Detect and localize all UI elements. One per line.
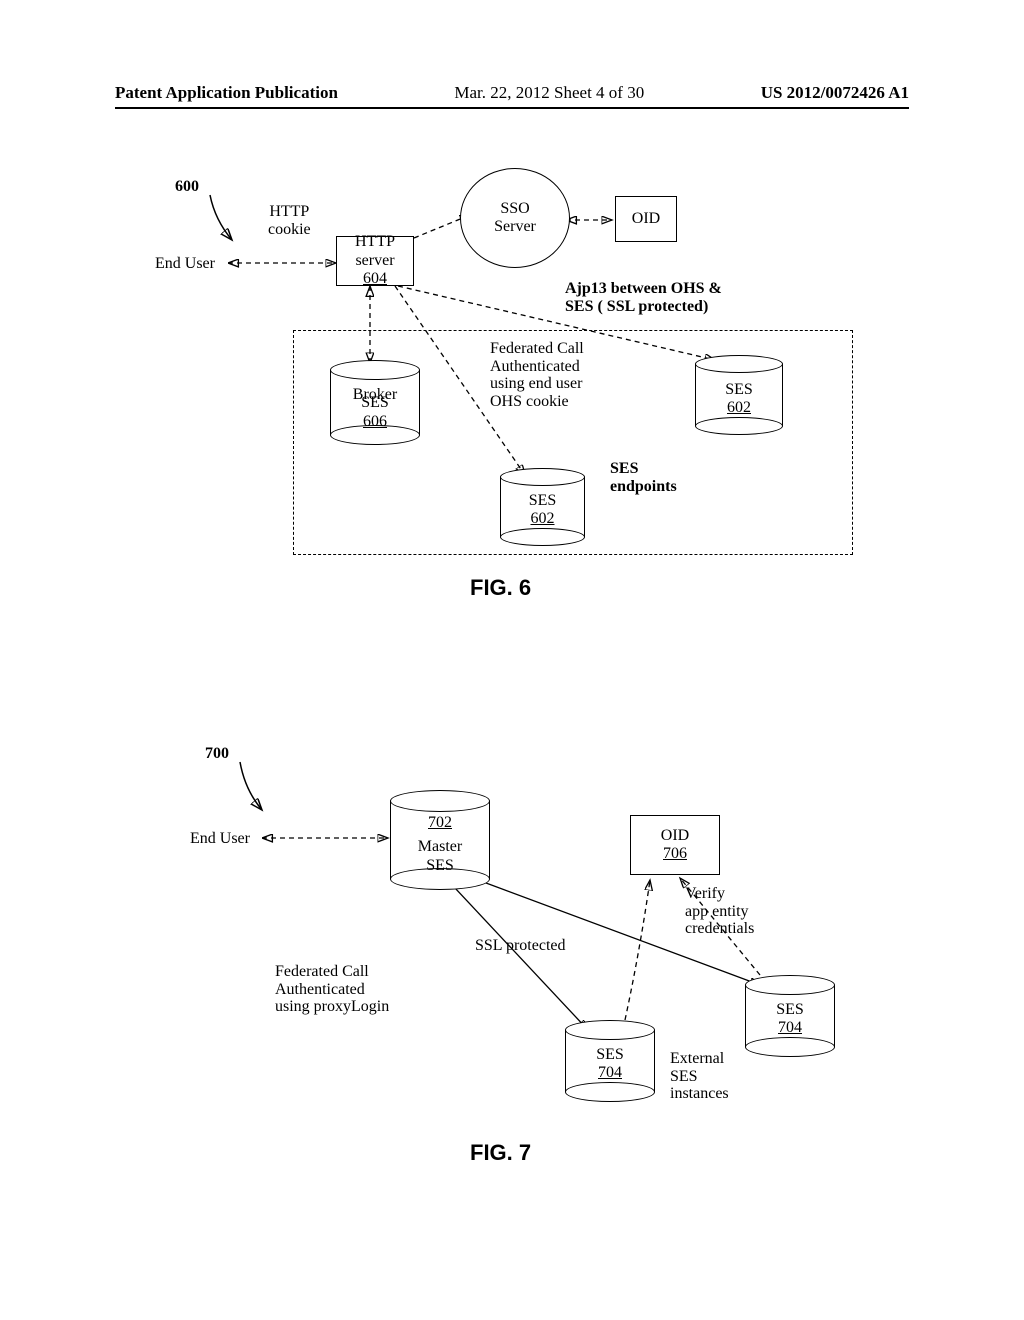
fig6-http-cookie: HTTP cookie [268, 203, 311, 238]
fig7-master-cyl: 702 Master SES [390, 790, 490, 890]
fig6-endpoints-label: SES endpoints [610, 460, 677, 495]
fig6-ses-right: SES 602 [695, 355, 783, 435]
fig7-oid-label: OID [661, 827, 689, 845]
fig6-num: 600 [175, 178, 199, 196]
fig6-http-server-ref: 604 [363, 270, 387, 288]
fig6-ajp: Ajp13 between OHS & SES ( SSL protected) [565, 280, 722, 315]
fig6-ses-right-ref: 602 [695, 399, 783, 417]
header-right: US 2012/0072426 A1 [761, 83, 909, 103]
fig6-sso-server: SSO Server [460, 168, 570, 268]
fig7-verify: Verify app entity credentials [685, 885, 754, 938]
fig7-ses-lower: SES 704 [565, 1020, 655, 1102]
header-left: Patent Application Publication [115, 83, 338, 103]
fig7-num: 700 [205, 745, 229, 763]
header-mid: Mar. 22, 2012 Sheet 4 of 30 [454, 83, 644, 103]
page-header: Patent Application Publication Mar. 22, … [115, 83, 909, 109]
fig7-ssl: SSL protected [475, 937, 566, 955]
fig6-http-server: HTTP server 604 [336, 236, 414, 286]
fig7-external: External SES instances [670, 1050, 729, 1103]
fig7-caption: FIG. 7 [470, 1140, 531, 1166]
figure-6: 600 End User HTTP cookie HTTP server 604… [0, 160, 1024, 640]
fig7-ses-lower-label: SES [565, 1046, 655, 1064]
fig7-oid-ref: 706 [663, 845, 687, 863]
fig6-broker-ref: 606 [330, 413, 420, 431]
fig6-end-user: End User [155, 255, 215, 273]
fig6-ses-right-label: SES [695, 381, 783, 399]
fig7-ses-lower-ref: 704 [565, 1064, 655, 1082]
fig7-end-user: End User [190, 830, 250, 848]
fig7-master-mid: Master [390, 838, 490, 856]
fig6-ses-lower-label: SES [500, 492, 585, 510]
fig6-http-server-mid: server [355, 252, 394, 270]
fig6-sso-text: SSO Server [494, 200, 536, 237]
fig6-ses-lower: SES 602 [500, 468, 585, 546]
fig7-ses-right-ref: 704 [745, 1019, 835, 1037]
fig6-fed: Federated Call Authenticated using end u… [490, 340, 584, 410]
fig6-broker-cyl: Broker SES 606 [330, 360, 420, 445]
fig7-ses-right: SES 704 [745, 975, 835, 1057]
fig6-ses-lower-ref: 602 [500, 510, 585, 528]
fig7-master-ref: 702 [390, 814, 490, 832]
fig7-ses-right-label: SES [745, 1001, 835, 1019]
fig7-master-bot: SES [390, 857, 490, 875]
fig6-caption: FIG. 6 [470, 575, 531, 601]
fig6-oid-text: OID [632, 210, 660, 228]
figure-7: 700 End User 702 Master SES OID 706 Veri… [0, 720, 1024, 1190]
fig6-http-server-top: HTTP [355, 233, 395, 251]
fig6-oid: OID [615, 196, 677, 242]
fig6-broker-mid: SES [330, 394, 420, 412]
fig7-fed: Federated Call Authenticated using proxy… [275, 963, 389, 1016]
fig7-oid: OID 706 [630, 815, 720, 875]
